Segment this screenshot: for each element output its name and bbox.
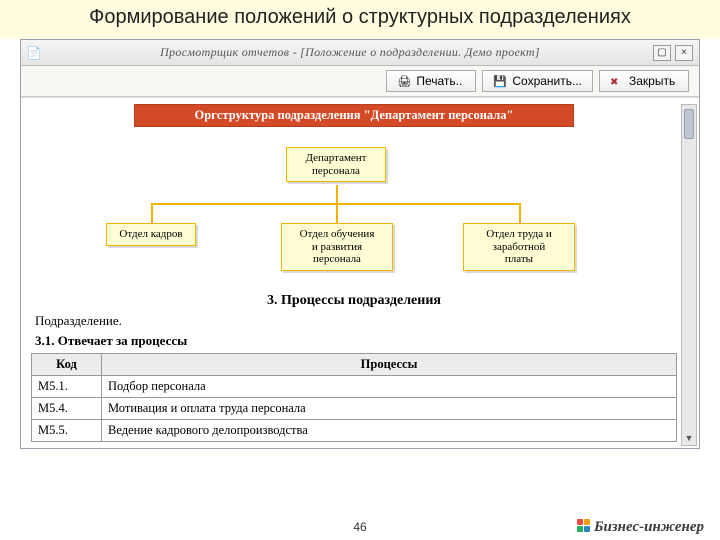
org-node-root: Департаментперсонала <box>286 147 386 182</box>
scroll-down-icon[interactable]: ▼ <box>682 431 696 445</box>
save-button[interactable]: Сохранить... <box>482 70 593 92</box>
cell-code: М5.5. <box>32 420 102 442</box>
scroll-thumb[interactable] <box>684 109 694 139</box>
section-3-1: 3.1. Отвечает за процессы <box>35 333 677 349</box>
save-label: Сохранить... <box>512 74 582 88</box>
close-icon <box>610 74 624 88</box>
print-icon <box>397 74 411 88</box>
slide-title: Формирование положений о структурных под… <box>0 0 720 39</box>
section-3-title: 3. Процессы подразделения <box>31 293 677 309</box>
close-label: Закрыть <box>629 74 675 88</box>
org-chart: Департаментперсонала Отдел кадров Отдел … <box>31 137 677 287</box>
save-icon <box>493 74 507 88</box>
cell-name: Ведение кадрового делопроизводства <box>102 420 677 442</box>
table-header-row: Код Процессы <box>32 354 677 376</box>
brand-label: Бизнес-инженер <box>594 519 704 535</box>
cell-code: М5.4. <box>32 398 102 420</box>
col-process: Процессы <box>102 354 677 376</box>
org-node-1: Отдел кадров <box>106 223 196 246</box>
cell-name: Подбор персонала <box>102 376 677 398</box>
minimize-button[interactable]: ▢ <box>653 45 671 61</box>
brand-footer: Бизнес-инженер <box>577 517 704 536</box>
table-row: М5.5. Ведение кадрового делопроизводства <box>32 420 677 442</box>
process-table: Код Процессы М5.1. Подбор персонала М5.4… <box>31 353 677 442</box>
cell-code: М5.1. <box>32 376 102 398</box>
close-button[interactable]: × <box>675 45 693 61</box>
titlebar: 📄 Просмотрщик отчетов - [Положение о под… <box>21 40 699 66</box>
subdivision-label: Подразделение. <box>35 313 677 329</box>
close-report-button[interactable]: Закрыть <box>599 70 689 92</box>
print-button[interactable]: Печать.. <box>386 70 476 92</box>
table-row: М5.4. Мотивация и оплата труда персонала <box>32 398 677 420</box>
col-code: Код <box>32 354 102 376</box>
brand-icon <box>577 519 591 533</box>
app-icon: 📄 <box>21 46 47 60</box>
orgstructure-header: Оргструктура подразделения "Департамент … <box>134 104 574 127</box>
app-window: 📄 Просмотрщик отчетов - [Положение о под… <box>20 39 700 449</box>
org-node-3: Отдел труда изаработнойплаты <box>463 223 575 271</box>
cell-name: Мотивация и оплата труда персонала <box>102 398 677 420</box>
toolbar: Печать.. Сохранить... Закрыть <box>21 66 699 97</box>
document-viewport: Оргструктура подразделения "Департамент … <box>21 97 699 448</box>
print-label: Печать.. <box>416 74 462 88</box>
org-node-2: Отдел обученияи развитияперсонала <box>281 223 393 271</box>
window-title: Просмотрщик отчетов - [Положение о подра… <box>47 45 653 60</box>
table-row: М5.1. Подбор персонала <box>32 376 677 398</box>
vertical-scrollbar[interactable]: ▲ ▼ <box>681 104 697 446</box>
